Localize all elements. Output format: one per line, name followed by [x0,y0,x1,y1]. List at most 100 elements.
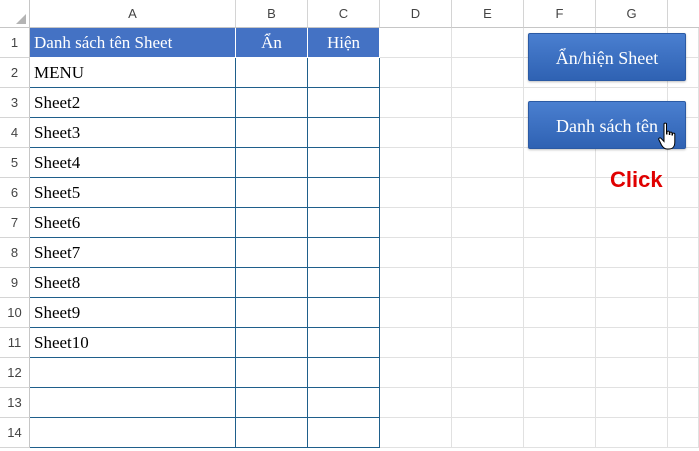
row-header-9[interactable]: 9 [0,268,30,298]
column-header-a[interactable]: A [30,0,236,28]
cell-a5-sheet-name[interactable]: Sheet4 [30,148,236,178]
cell-c9-show[interactable] [308,268,380,298]
empty-cell[interactable] [668,178,699,208]
empty-cell[interactable] [380,58,452,88]
empty-cell[interactable] [380,328,452,358]
cell-b11-hide[interactable] [236,328,308,358]
empty-cell[interactable] [596,238,668,268]
empty-cell[interactable] [452,268,524,298]
cell-c1-header[interactable]: Hiện [308,28,380,58]
empty-cell[interactable] [596,208,668,238]
empty-cell[interactable] [668,328,699,358]
cell-b5-hide[interactable] [236,148,308,178]
empty-cell[interactable] [524,328,596,358]
empty-cell[interactable] [452,238,524,268]
cell-c11-show[interactable] [308,328,380,358]
column-header-e[interactable]: E [452,0,524,28]
cell-c4-show[interactable] [308,118,380,148]
empty-cell[interactable] [596,298,668,328]
empty-cell[interactable] [524,208,596,238]
empty-cell[interactable] [524,148,596,178]
cell-b9-hide[interactable] [236,268,308,298]
empty-cell[interactable] [452,178,524,208]
cell-b14-hide[interactable] [236,418,308,448]
row-header-12[interactable]: 12 [0,358,30,388]
empty-cell[interactable] [380,358,452,388]
row-header-5[interactable]: 5 [0,148,30,178]
empty-cell[interactable] [380,118,452,148]
column-header-g[interactable]: G [596,0,668,28]
empty-cell[interactable] [452,208,524,238]
empty-cell[interactable] [668,148,699,178]
empty-cell[interactable] [524,388,596,418]
empty-cell[interactable] [668,358,699,388]
empty-cell[interactable] [380,268,452,298]
toggle-sheet-button[interactable]: Ẩn/hiện Sheet [528,33,686,81]
empty-cell[interactable] [380,388,452,418]
empty-cell[interactable] [380,238,452,268]
row-header-7[interactable]: 7 [0,208,30,238]
empty-cell[interactable] [452,388,524,418]
row-header-4[interactable]: 4 [0,118,30,148]
column-header-c[interactable]: C [308,0,380,28]
empty-cell[interactable] [452,148,524,178]
cell-c6-show[interactable] [308,178,380,208]
cell-a1-header[interactable]: Danh sách tên Sheet [30,28,236,58]
empty-cell[interactable] [452,328,524,358]
cell-a8-sheet-name[interactable]: Sheet7 [30,238,236,268]
empty-cell[interactable] [596,268,668,298]
cell-b7-hide[interactable] [236,208,308,238]
empty-cell[interactable] [524,418,596,448]
column-header-d[interactable]: D [380,0,452,28]
row-header-11[interactable]: 11 [0,328,30,358]
cell-c2-show[interactable] [308,58,380,88]
row-header-10[interactable]: 10 [0,298,30,328]
empty-cell[interactable] [524,358,596,388]
cell-c13-show[interactable] [308,388,380,418]
cell-b13-hide[interactable] [236,388,308,418]
cell-b3-hide[interactable] [236,88,308,118]
cell-b2-hide[interactable] [236,58,308,88]
empty-cell[interactable] [668,418,699,448]
column-header-f[interactable]: F [524,0,596,28]
empty-cell[interactable] [452,298,524,328]
empty-cell[interactable] [596,328,668,358]
cell-a13-sheet-name[interactable] [30,388,236,418]
cell-a14-sheet-name[interactable] [30,418,236,448]
empty-cell[interactable] [668,388,699,418]
row-header-6[interactable]: 6 [0,178,30,208]
cell-b8-hide[interactable] [236,238,308,268]
row-header-3[interactable]: 3 [0,88,30,118]
cell-b4-hide[interactable] [236,118,308,148]
cell-a3-sheet-name[interactable]: Sheet2 [30,88,236,118]
cell-b10-hide[interactable] [236,298,308,328]
cell-a10-sheet-name[interactable]: Sheet9 [30,298,236,328]
empty-cell[interactable] [380,88,452,118]
row-header-1[interactable]: 1 [0,28,30,58]
empty-cell[interactable] [380,28,452,58]
empty-cell[interactable] [452,28,524,58]
empty-cell[interactable] [668,208,699,238]
row-header-2[interactable]: 2 [0,58,30,88]
cell-a4-sheet-name[interactable]: Sheet3 [30,118,236,148]
empty-cell[interactable] [380,148,452,178]
cell-c8-show[interactable] [308,238,380,268]
select-all-corner[interactable] [0,0,30,28]
empty-cell[interactable] [380,418,452,448]
cell-b1-header[interactable]: Ẩn [236,28,308,58]
empty-cell[interactable] [668,298,699,328]
cell-a6-sheet-name[interactable]: Sheet5 [30,178,236,208]
row-header-8[interactable]: 8 [0,238,30,268]
empty-cell[interactable] [524,238,596,268]
empty-cell[interactable] [668,238,699,268]
empty-cell[interactable] [452,88,524,118]
cell-a2-sheet-name[interactable]: MENU [30,58,236,88]
empty-cell[interactable] [524,268,596,298]
cell-c14-show[interactable] [308,418,380,448]
empty-cell[interactable] [380,208,452,238]
empty-cell[interactable] [524,178,596,208]
empty-cell[interactable] [524,298,596,328]
cell-a9-sheet-name[interactable]: Sheet8 [30,268,236,298]
row-header-14[interactable]: 14 [0,418,30,448]
empty-cell[interactable] [596,418,668,448]
